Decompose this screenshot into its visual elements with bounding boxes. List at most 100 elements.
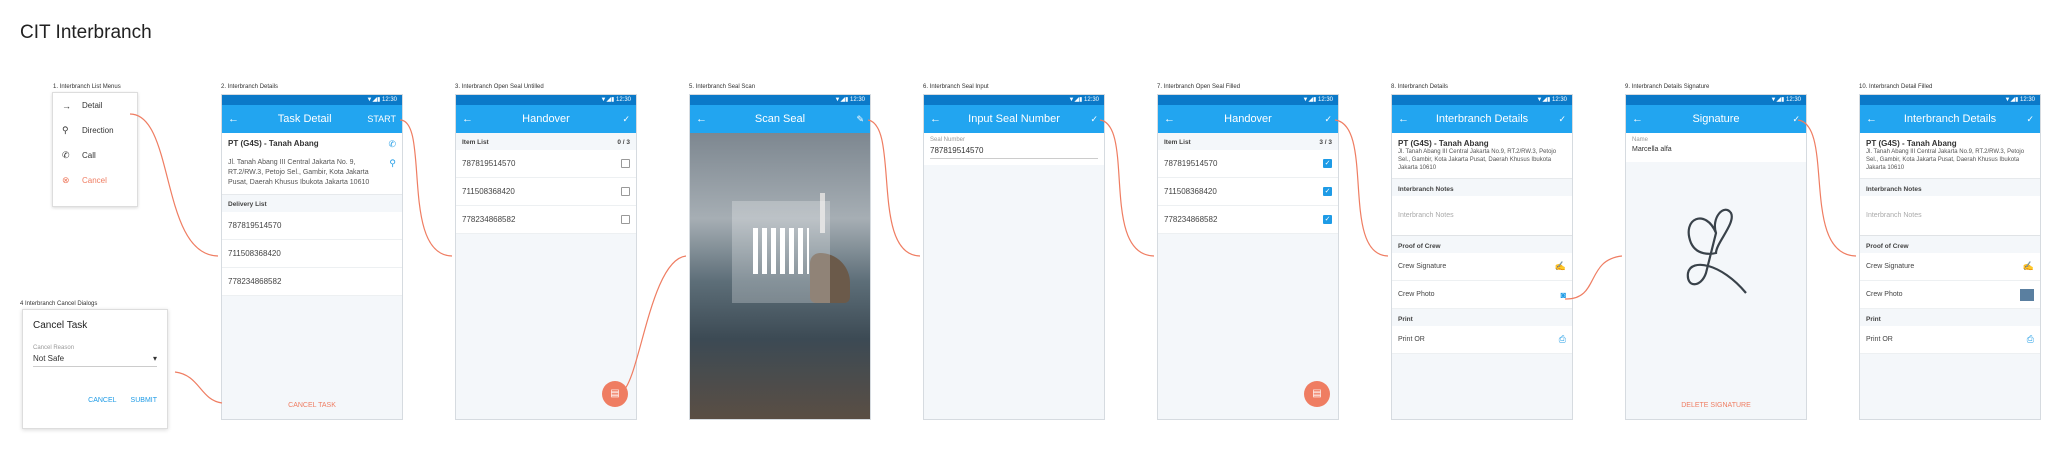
check-icon[interactable]: ✓ xyxy=(1552,114,1566,125)
notes-input[interactable]: Interbranch Notes xyxy=(1860,196,2040,236)
crew-photo-row[interactable]: Crew Photo xyxy=(1860,281,2040,309)
screen-title: Signature xyxy=(1692,113,1740,125)
cancel-button[interactable]: CANCEL xyxy=(88,397,116,404)
screen-handover-empty: ▼◢▮ 12:30 ← Handover ✓ Item List 0 / 3 7878… xyxy=(455,94,637,420)
check-icon[interactable]: ✓ xyxy=(1084,114,1098,125)
list-item[interactable]: 787819514570 ✓ xyxy=(1158,150,1338,178)
start-button[interactable]: START xyxy=(367,114,396,124)
status-bar: ▼◢▮ 12:30 xyxy=(1392,95,1572,105)
crew-signature-row[interactable]: Crew Signature ✍ xyxy=(1392,253,1572,281)
cancel-icon: ⊗ xyxy=(62,175,70,185)
menu-item-detail[interactable]: → Detail xyxy=(53,93,137,118)
check-icon[interactable]: ✓ xyxy=(616,114,630,125)
signature-icon[interactable]: ✍ xyxy=(1555,261,1566,272)
list-menu: → Detail ⚲ Direction ✆ Call ⊗ Cancel xyxy=(52,92,138,207)
list-item[interactable]: 778234868582 xyxy=(222,268,402,296)
crew-photo-row[interactable]: Crew Photo ◙ xyxy=(1392,281,1572,309)
seal-number-field[interactable]: Seal Number 787819514570 xyxy=(924,133,1104,165)
check-icon[interactable]: ✓ xyxy=(2020,114,2034,125)
delete-signature-button[interactable]: DELETE SIGNATURE xyxy=(1626,402,1806,409)
location-section: PT (G4S) - Tanah Abang Jl. Tanah Abang I… xyxy=(1860,133,2040,179)
proof-header: Proof of Crew xyxy=(1866,243,1909,250)
back-arrow-icon[interactable]: ← xyxy=(1398,113,1412,125)
edit-icon[interactable]: ✎ xyxy=(850,114,864,125)
screen-title: Interbranch Details xyxy=(1903,113,1997,125)
back-arrow-icon[interactable]: ← xyxy=(930,113,944,125)
print-or-row[interactable]: Print OR ⎙ xyxy=(1392,326,1572,354)
crew-signature-row[interactable]: Crew Signature ✍ xyxy=(1860,253,2040,281)
submit-button[interactable]: SUBMIT xyxy=(131,397,157,404)
flow-arrow xyxy=(174,371,223,404)
checkbox[interactable] xyxy=(621,187,630,196)
back-arrow-icon[interactable]: ← xyxy=(1632,113,1646,125)
menu-item-cancel[interactable]: ⊗ Cancel xyxy=(53,168,137,193)
menu-item-direction[interactable]: ⚲ Direction xyxy=(53,118,137,143)
location-section: PT (G4S) - Tanah Abang ✆ Jl. Tanah Abang … xyxy=(222,133,402,195)
notes-input[interactable]: Interbranch Notes xyxy=(1392,196,1572,236)
check-icon[interactable]: ✓ xyxy=(1786,114,1800,125)
location-pin-icon[interactable]: ⚲ xyxy=(389,158,396,188)
checkbox-checked[interactable]: ✓ xyxy=(1323,215,1332,224)
printer-icon[interactable]: ⎙ xyxy=(1559,334,1566,345)
caption: 6. Interbranch Seal Input xyxy=(923,84,989,90)
list-item[interactable]: 711508368420 xyxy=(456,178,636,206)
flow-arrow xyxy=(129,113,219,257)
back-arrow-icon[interactable]: ← xyxy=(1164,113,1178,125)
list-item[interactable]: 778234868582 xyxy=(456,206,636,234)
item-list-header: Item List 0 / 3 xyxy=(462,139,630,146)
checkbox-checked[interactable]: ✓ xyxy=(1323,187,1332,196)
screen-title: Handover xyxy=(522,113,570,125)
screen-signature: ▼◢▮ 12:30 ← Signature ✓ Name Marcella alfa… xyxy=(1625,94,1807,420)
location-pin-icon: ⚲ xyxy=(62,125,69,135)
item-list-header: Item List 3 / 3 xyxy=(1164,139,1332,146)
camera-preview xyxy=(690,133,870,419)
phone-icon: ✆ xyxy=(62,150,70,160)
menu-label: Detail xyxy=(82,101,103,110)
signature-drawing xyxy=(1686,208,1747,294)
chevron-down-icon: ▾ xyxy=(152,354,157,363)
checkbox[interactable] xyxy=(621,215,630,224)
back-arrow-icon[interactable]: ← xyxy=(462,113,476,125)
address: Jl. Tanah Abang III Central Jakarta No. … xyxy=(228,159,370,186)
caption: 10. Interbranch Detail Filled xyxy=(1859,84,1933,90)
list-item[interactable]: 787819514570 xyxy=(222,212,402,240)
scan-barcode-fab[interactable]: ▤ xyxy=(1304,381,1330,407)
scan-frame xyxy=(732,201,830,303)
photo-thumbnail[interactable] xyxy=(2020,288,2034,301)
back-arrow-icon[interactable]: ← xyxy=(696,113,710,125)
status-bar: ▼◢▮ 12:30 xyxy=(456,95,636,105)
screen-interbranch-details-filled: ▼◢▮ 12:30 ← Interbranch Details ✓ PT (G4S)… xyxy=(1859,94,2041,420)
printer-icon[interactable]: ⎙ xyxy=(2027,334,2034,345)
list-item[interactable]: 778234868582 ✓ xyxy=(1158,206,1338,234)
phone-icon[interactable]: ✆ xyxy=(388,139,396,150)
status-bar: ▼◢▮ 12:30 xyxy=(1860,95,2040,105)
list-item[interactable]: 711508368420 ✓ xyxy=(1158,178,1338,206)
cancel-task-button[interactable]: CANCEL TASK xyxy=(222,402,402,409)
check-icon[interactable]: ✓ xyxy=(1318,114,1332,125)
name-field[interactable]: Name Marcella alfa xyxy=(1626,133,1806,162)
back-arrow-icon[interactable]: ← xyxy=(228,113,242,125)
menu-label: Call xyxy=(82,151,96,160)
print-or-row[interactable]: Print OR ⎙ xyxy=(1860,326,2040,354)
address: Jl. Tanah Abang III Central Jakarta No.9… xyxy=(1866,149,2025,171)
back-arrow-icon[interactable]: ← xyxy=(1866,113,1880,125)
app-bar: ← Scan Seal ✎ xyxy=(690,105,870,133)
cancel-reason-select[interactable]: Not Safe ▾ xyxy=(33,351,157,367)
camera-icon[interactable]: ◙ xyxy=(1561,290,1566,300)
menu-item-call[interactable]: ✆ Call xyxy=(53,143,137,168)
screen-input-seal: ▼◢▮ 12:30 ← Input Seal Number ✓ Seal Numbe… xyxy=(923,94,1105,420)
checkbox[interactable] xyxy=(621,159,630,168)
checkbox-checked[interactable]: ✓ xyxy=(1323,159,1332,168)
list-item[interactable]: 787819514570 xyxy=(456,150,636,178)
document-title: CIT Interbranch xyxy=(20,22,152,43)
status-bar: ▼◢▮ 12:30 xyxy=(690,95,870,105)
app-bar: ← Task Detail START xyxy=(222,105,402,133)
delivery-list-header: Delivery List xyxy=(228,201,267,208)
list-item[interactable]: 711508368420 xyxy=(222,240,402,268)
flow-arrow xyxy=(1564,255,1623,300)
screen-title: Input Seal Number xyxy=(968,113,1060,125)
scan-barcode-fab[interactable]: ▤ xyxy=(602,381,628,407)
flow-arrow xyxy=(867,119,921,257)
screen-title: Scan Seal xyxy=(754,113,806,125)
signature-thumbnail-icon[interactable]: ✍ xyxy=(2023,261,2034,272)
